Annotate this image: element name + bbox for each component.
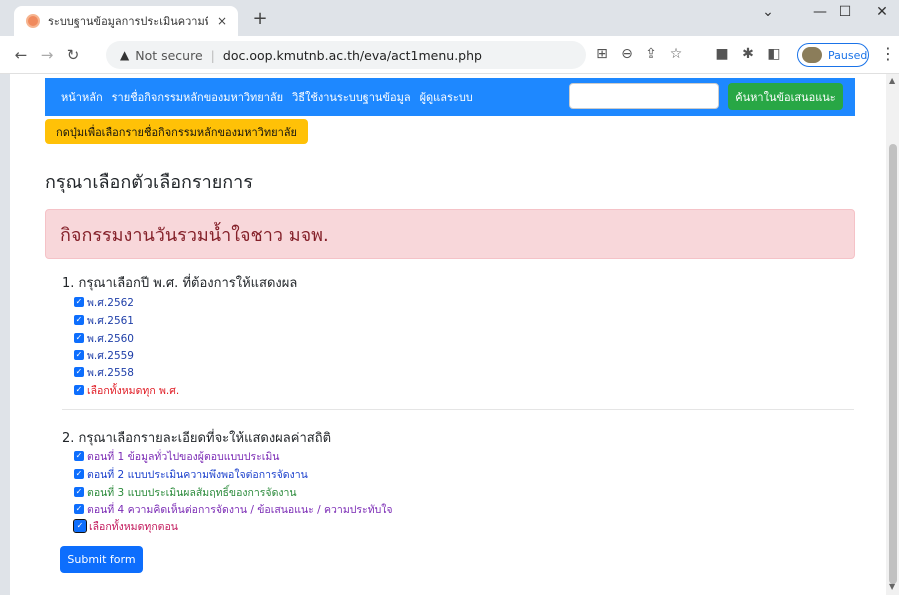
- close-window-button[interactable]: ✕: [862, 4, 899, 20]
- maximize-button[interactable]: ☐: [825, 4, 865, 20]
- window-edge: [0, 74, 10, 595]
- part-option[interactable]: ✓ ตอนที่ 2 แบบประเมินความพึงพอใจต่อการจัด…: [74, 467, 308, 481]
- nav-link-admin[interactable]: ผู้ดูแลระบบ: [420, 88, 473, 106]
- part-option[interactable]: ✓ ตอนที่ 3 แบบประเมินผลสัมฤทธิ์ของการจัดง…: [74, 485, 297, 499]
- back-icon[interactable]: ←: [8, 46, 34, 64]
- nav-link-howto[interactable]: วิธีใช้งานระบบฐานข้อมูล: [292, 88, 410, 106]
- profile-button[interactable]: Paused: [797, 43, 869, 67]
- omnibox-separator: |: [210, 47, 215, 63]
- sidepanel-icon[interactable]: ◧: [764, 46, 784, 62]
- scroll-down-icon[interactable]: ▼: [889, 582, 895, 591]
- checkbox-checked-icon[interactable]: ✓: [74, 315, 84, 325]
- section1-title: 1. กรุณาเลือกปี พ.ศ. ที่ต้องการให้แสดงผล: [62, 276, 298, 291]
- kebab-menu-icon[interactable]: ⋮: [880, 44, 896, 63]
- activity-name-alert: กิจกรรมงานวันรวมน้ำใจชาว มจพ.: [45, 209, 855, 259]
- tab-strip: ระบบฐานข้อมูลการประเมินความพึงพอใ × + ⌄ …: [0, 0, 899, 36]
- tab-title: ระบบฐานข้อมูลการประเมินความพึงพอใ: [48, 15, 208, 28]
- page-heading: กรุณาเลือกตัวเลือกรายการ: [45, 172, 253, 193]
- section-divider: [62, 409, 854, 410]
- checkbox-checked-icon[interactable]: ✓: [74, 350, 84, 360]
- star-icon[interactable]: ☆: [666, 46, 686, 62]
- submit-form-button[interactable]: Submit form: [60, 546, 143, 573]
- new-tab-button[interactable]: +: [248, 8, 272, 29]
- favicon-icon: [26, 14, 40, 28]
- part-option[interactable]: ✓ ตอนที่ 4 ความคิดเห็นต่อการจัดงาน / ข้อเ…: [74, 502, 393, 516]
- avatar-icon: [802, 47, 822, 63]
- checkbox-checked-icon[interactable]: ✓: [73, 519, 87, 533]
- checkbox-checked-icon[interactable]: ✓: [74, 333, 84, 343]
- extension-icon[interactable]: ■: [712, 46, 732, 62]
- suggestion-search-input[interactable]: [569, 83, 719, 109]
- checkbox-checked-icon[interactable]: ✓: [74, 385, 84, 395]
- scrollbar-thumb[interactable]: [889, 144, 897, 584]
- warning-icon: ▲: [120, 48, 130, 62]
- tab-search-icon[interactable]: ⌄: [748, 4, 788, 20]
- scroll-up-icon[interactable]: ▲: [889, 76, 895, 85]
- year-option[interactable]: ✓ พ.ศ.2561: [74, 313, 134, 327]
- share-icon[interactable]: ⇪: [641, 46, 661, 62]
- year-option[interactable]: ✓ พ.ศ.2558: [74, 365, 134, 379]
- nav-link-activities[interactable]: รายชื่อกิจกรรมหลักของมหาวิทยาลัย: [112, 88, 284, 106]
- browser-tab[interactable]: ระบบฐานข้อมูลการประเมินความพึงพอใ ×: [14, 6, 238, 36]
- address-bar[interactable]: ▲ Not secure | doc.oop.kmutnb.ac.th/eva/…: [106, 41, 586, 69]
- forward-icon[interactable]: →: [34, 46, 60, 64]
- checkbox-checked-icon[interactable]: ✓: [74, 504, 84, 514]
- section2-title: 2. กรุณาเลือกรายละเอียดที่จะให้แสดงผลค่า…: [62, 431, 332, 446]
- checkbox-checked-icon[interactable]: ✓: [74, 487, 84, 497]
- vertical-scrollbar[interactable]: ▲ ▼: [886, 74, 899, 595]
- activity-name: กิจกรรมงานวันรวมน้ำใจชาว มจพ.: [60, 224, 329, 246]
- part-option[interactable]: ✓ ตอนที่ 1 ข้อมูลทั่วไปของผู้ตอบแบบประเมิ…: [74, 449, 279, 463]
- security-label[interactable]: Not secure: [135, 48, 202, 63]
- year-option[interactable]: ✓ พ.ศ.2562: [74, 295, 134, 309]
- url-text[interactable]: doc.oop.kmutnb.ac.th/eva/act1menu.php: [223, 48, 482, 63]
- zoom-icon[interactable]: ⊖: [617, 46, 637, 62]
- select-all-years-option[interactable]: ✓ เลือกทั้งหมดทุก พ.ศ.: [74, 383, 179, 397]
- year-option[interactable]: ✓ พ.ศ.2559: [74, 348, 134, 362]
- checkbox-checked-icon[interactable]: ✓: [74, 469, 84, 479]
- select-activity-button[interactable]: กดปุ่มเพื่อเลือกรายชื่อกิจกรรมหลักของมหา…: [45, 119, 308, 144]
- year-option[interactable]: ✓ พ.ศ.2560: [74, 331, 134, 345]
- checkbox-checked-icon[interactable]: ✓: [74, 297, 84, 307]
- site-navbar: หน้าหลัก รายชื่อกิจกรรมหลักของมหาวิทยาลั…: [45, 78, 855, 116]
- tab-close-icon[interactable]: ×: [214, 14, 230, 28]
- suggestion-search-button[interactable]: ค้นหาในข้อเสนอแนะ: [728, 83, 843, 110]
- reload-icon[interactable]: ↻: [60, 46, 86, 64]
- checkbox-checked-icon[interactable]: ✓: [74, 367, 84, 377]
- select-all-parts-option[interactable]: ✓ เลือกทั้งหมดทุกตอน: [73, 519, 178, 533]
- nav-link-home[interactable]: หน้าหลัก: [61, 88, 103, 106]
- browser-toolbar: ← → ↻ ▲ Not secure | doc.oop.kmutnb.ac.t…: [0, 36, 899, 74]
- profile-status: Paused: [828, 48, 868, 62]
- puzzle-icon[interactable]: ✱: [738, 46, 758, 62]
- checkbox-checked-icon[interactable]: ✓: [74, 451, 84, 461]
- translate-icon[interactable]: ⊞: [592, 46, 612, 62]
